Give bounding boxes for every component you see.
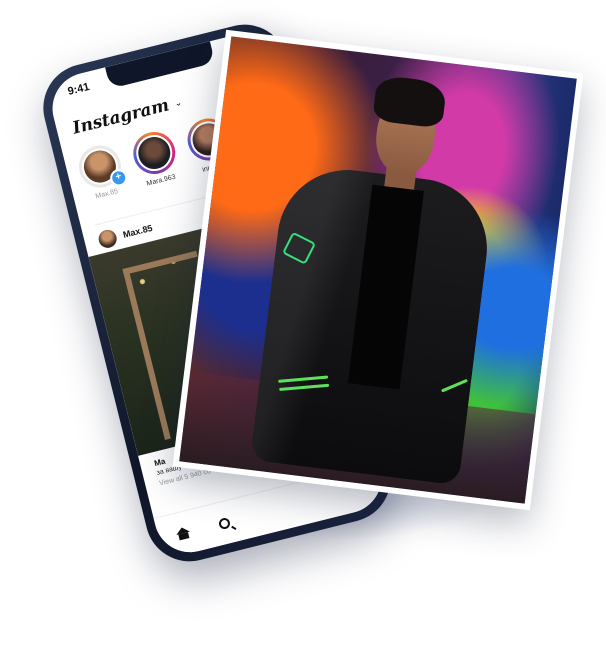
story-item[interactable]: Mara.963 xyxy=(127,127,189,208)
avatar[interactable] xyxy=(96,227,119,250)
avatar xyxy=(132,131,177,175)
portrait-photo xyxy=(179,36,577,504)
story-ring xyxy=(128,127,180,179)
story-label: Mara.963 xyxy=(145,173,177,188)
story-label: Max.85 xyxy=(94,188,119,201)
search-icon[interactable] xyxy=(217,516,232,530)
home-icon[interactable] xyxy=(175,526,191,541)
post-username[interactable]: Max.85 xyxy=(122,223,154,240)
photo-card xyxy=(172,29,584,511)
caption-username[interactable]: Ma xyxy=(153,457,166,468)
story-own[interactable]: + Max.85 xyxy=(73,141,135,222)
status-time: 9:41 xyxy=(66,80,91,98)
chevron-down-icon[interactable]: ⌄ xyxy=(173,96,183,108)
